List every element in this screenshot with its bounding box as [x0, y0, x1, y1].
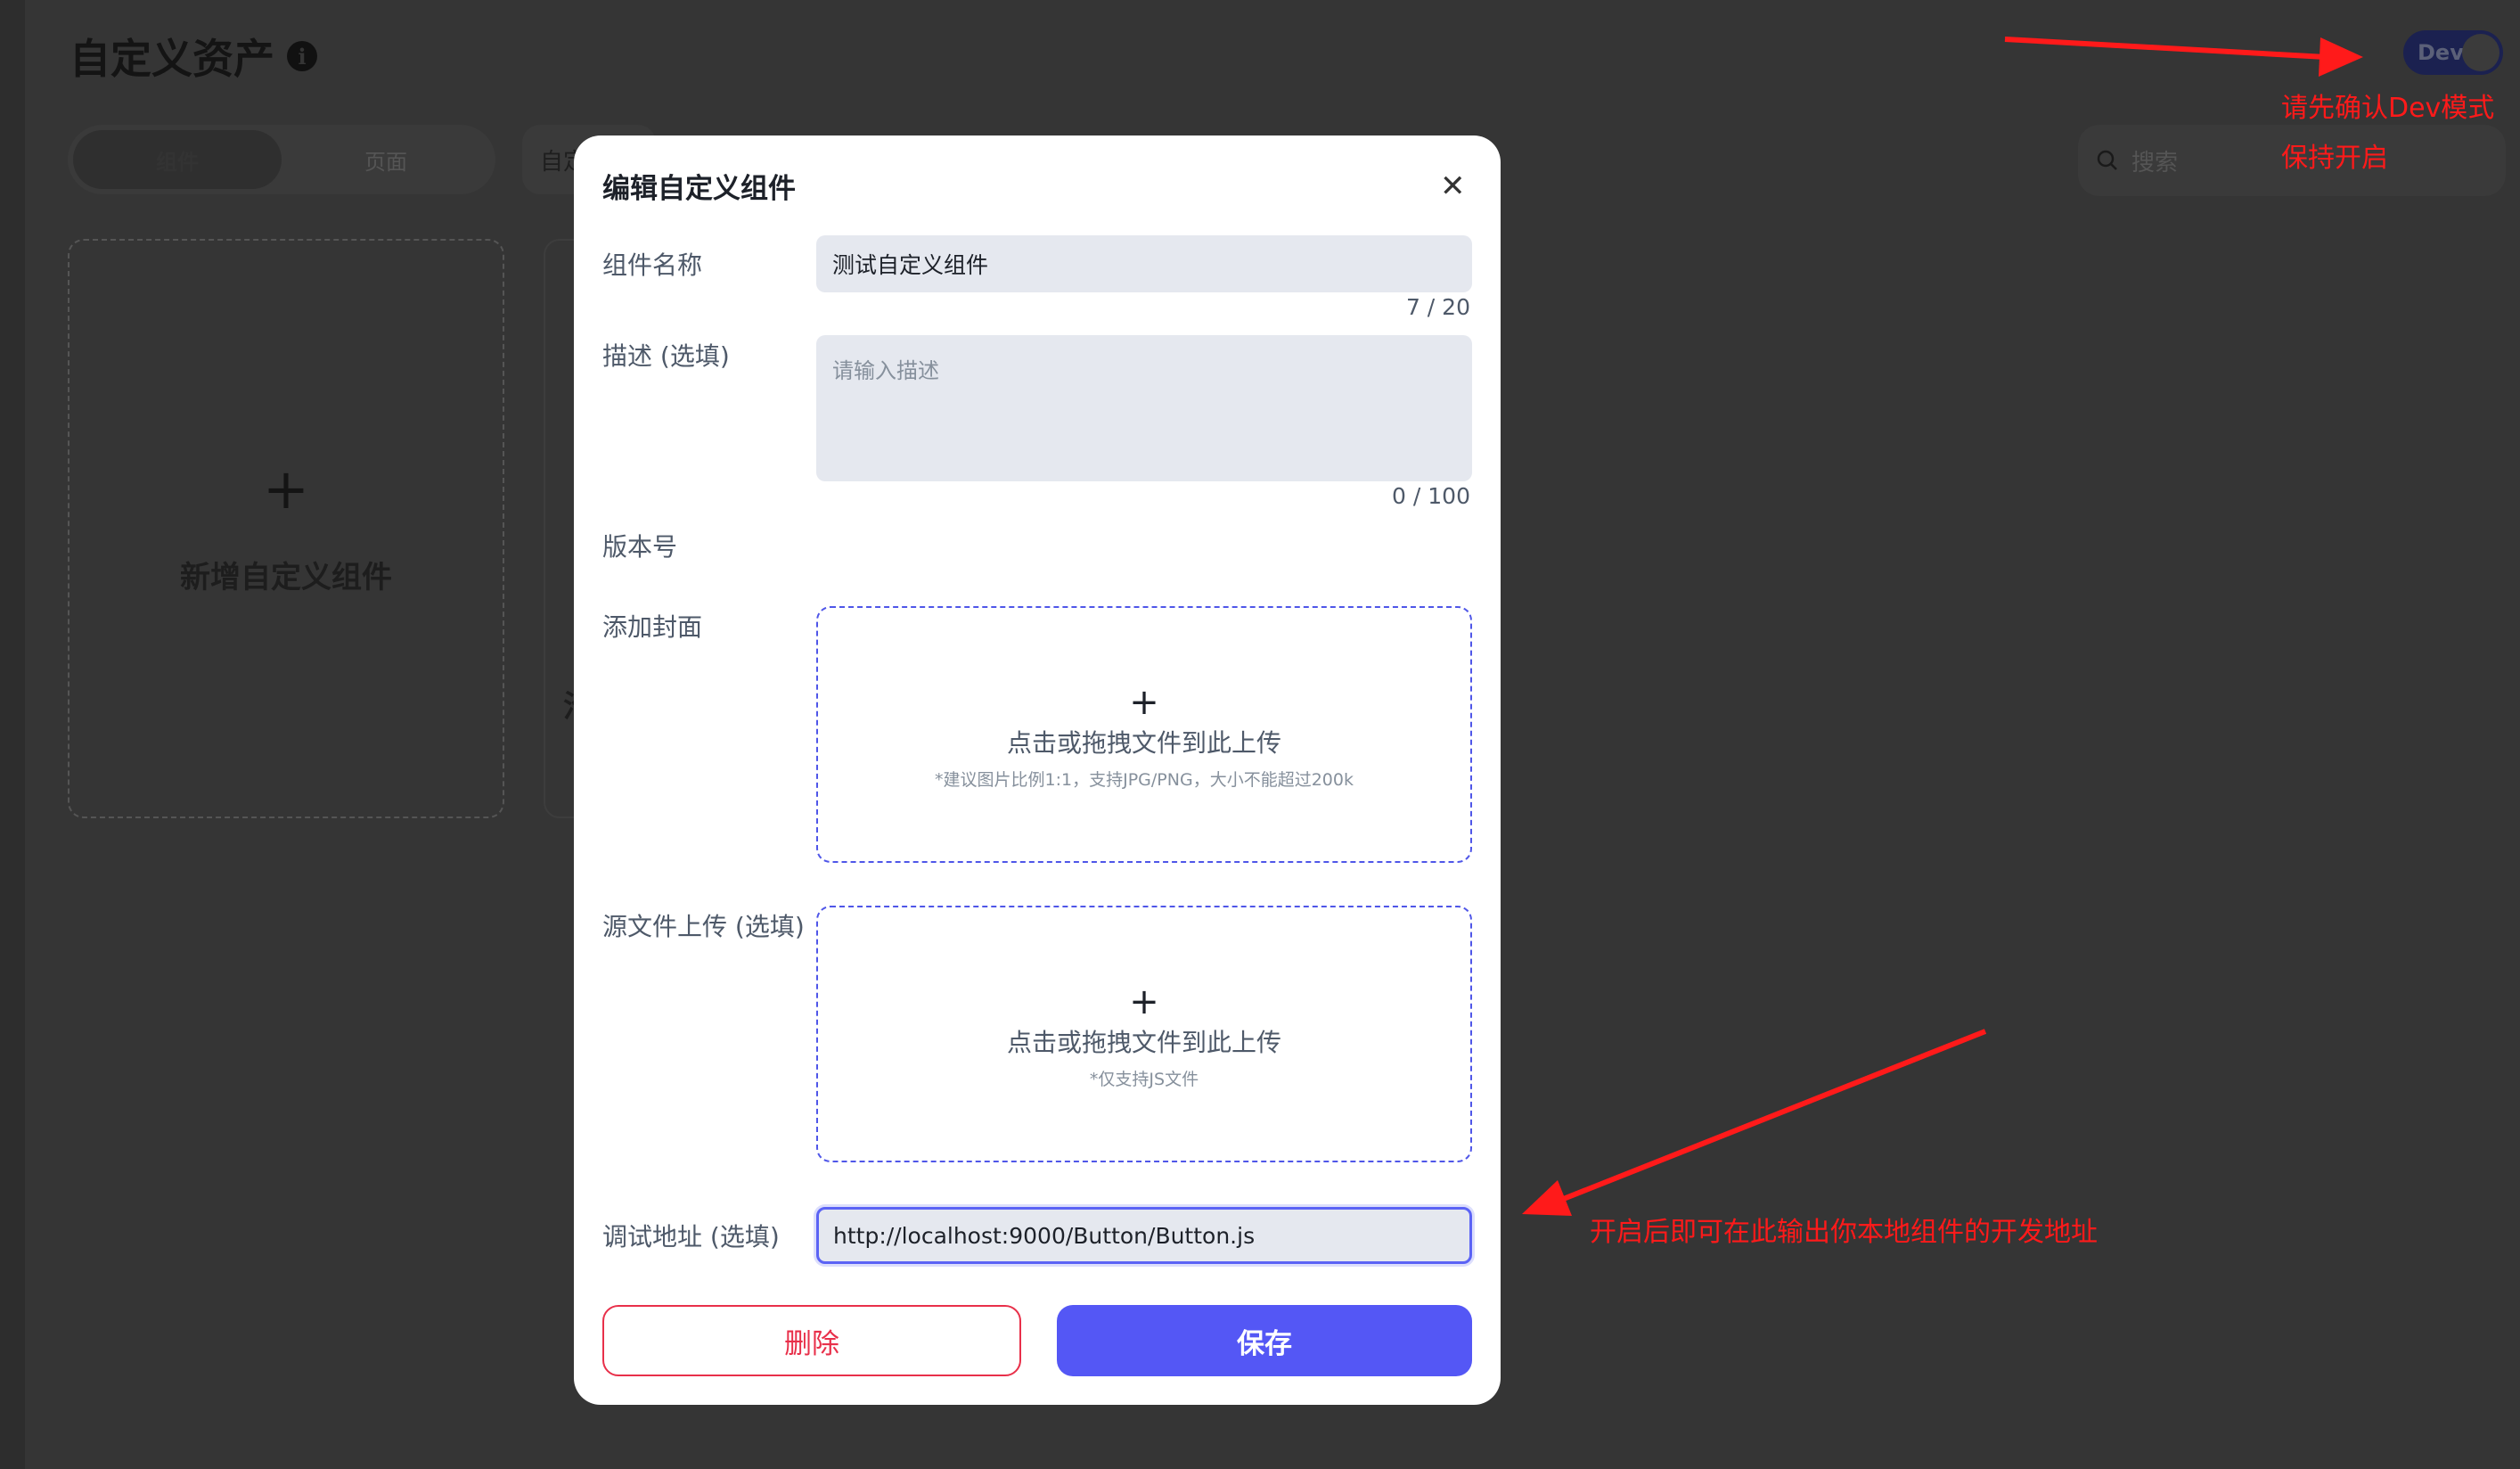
- desc-counter: 0 / 100: [1392, 483, 1470, 509]
- cover-upload-hint: *建议图片比例1:1，支持JPG/PNG，大小不能超过200k: [935, 769, 1354, 790]
- source-upload-text: 点击或拖拽文件到此上传: [1006, 1027, 1281, 1057]
- arrow-head-top: [2319, 37, 2363, 77]
- version-label: 版本号: [602, 532, 678, 562]
- source-label: 源文件上传 (选填): [602, 912, 805, 941]
- arrow-head-bottom: [1522, 1180, 1572, 1216]
- edit-component-modal: 编辑自定义组件 ✕ 组件名称 测试自定义组件 7 / 20 描述 (选填) 请输…: [574, 135, 1501, 1405]
- component-name-value: 测试自定义组件: [832, 252, 989, 278]
- modal-title: 编辑自定义组件: [602, 173, 796, 205]
- desc-label: 描述 (选填): [602, 341, 730, 371]
- plus-icon: +: [1129, 681, 1159, 723]
- name-counter: 7 / 20: [1405, 294, 1470, 320]
- delete-button[interactable]: 删除: [602, 1305, 1021, 1376]
- cover-upload-text: 点击或拖拽文件到此上传: [1006, 727, 1281, 758]
- source-upload-hint: *仅支持JS文件: [1089, 1069, 1199, 1089]
- arrow-line-top: [2004, 37, 2327, 60]
- cover-upload-area[interactable]: + 点击或拖拽文件到此上传 *建议图片比例1:1，支持JPG/PNG，大小不能超…: [816, 606, 1472, 863]
- desc-placeholder: 请输入描述: [832, 358, 939, 383]
- debug-label: 调试地址 (选填): [602, 1222, 780, 1252]
- cover-label: 添加封面: [602, 612, 703, 642]
- arrow-line-bottom: [1559, 1029, 1987, 1202]
- component-name-input[interactable]: 测试自定义组件: [816, 235, 1472, 292]
- plus-icon: +: [1129, 981, 1159, 1022]
- name-label: 组件名称: [602, 250, 703, 280]
- description-textarea[interactable]: 请输入描述: [816, 335, 1472, 481]
- close-icon[interactable]: ✕: [1440, 171, 1466, 201]
- debug-url-input[interactable]: http://localhost:9000/Button/Button.js: [816, 1207, 1472, 1264]
- save-button[interactable]: 保存: [1057, 1305, 1472, 1376]
- source-upload-area[interactable]: + 点击或拖拽文件到此上传 *仅支持JS文件: [816, 906, 1472, 1162]
- debug-url-value: http://localhost:9000/Button/Button.js: [833, 1222, 1256, 1249]
